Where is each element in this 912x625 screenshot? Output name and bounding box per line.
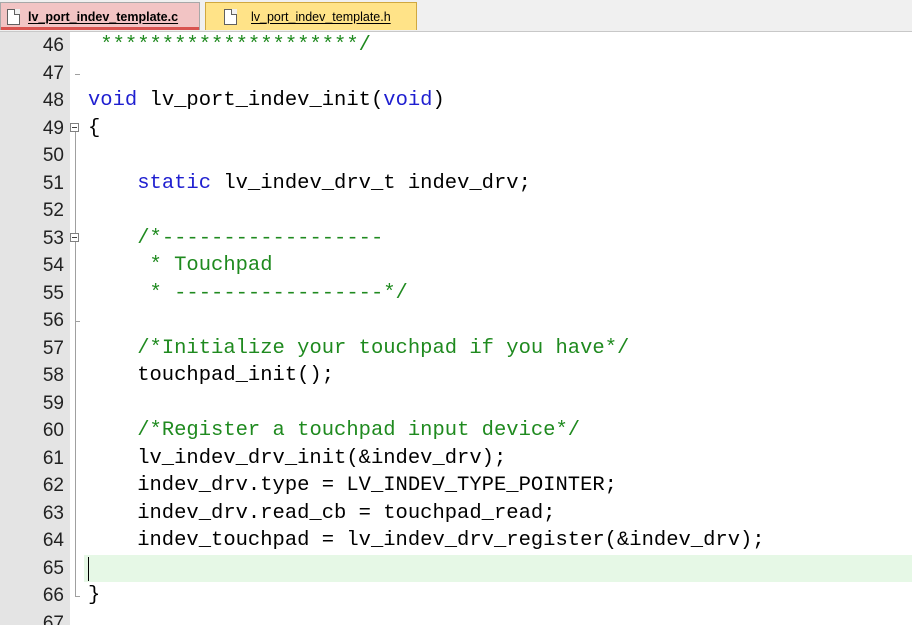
code-line[interactable]: 67 xyxy=(0,610,912,625)
line-number: 53 xyxy=(42,227,64,249)
code-line[interactable]: 65 xyxy=(0,554,912,583)
code-text: { xyxy=(88,115,100,143)
fold-collapse-icon[interactable] xyxy=(70,232,79,242)
code-line[interactable]: 46 *********************/ xyxy=(0,32,912,60)
code-line[interactable]: 59 xyxy=(0,390,912,418)
code-text: /*Register a touchpad input device*/ xyxy=(88,417,580,445)
line-number: 51 xyxy=(42,172,64,194)
comment-token: /*Initialize your touchpad if you have*/ xyxy=(137,336,630,360)
code-line[interactable]: 62 indev_drv.type = LV_INDEV_TYPE_POINTE… xyxy=(0,472,912,500)
code-line[interactable]: 58 touchpad_init(); xyxy=(0,362,912,390)
code-text: } xyxy=(88,582,100,610)
tab-lv-port-indev-template-h[interactable]: lv_port_indev_template.h xyxy=(205,2,417,30)
keyword-token: void xyxy=(383,89,433,112)
code-text: /*------------------ xyxy=(88,225,383,253)
line-number: 65 xyxy=(42,557,64,579)
line-number: 57 xyxy=(42,337,64,359)
comment-token: * Touchpad xyxy=(88,254,273,277)
code-token: touchpad_init(); xyxy=(88,364,335,387)
line-number: 48 xyxy=(42,90,64,111)
code-text: indev_drv.read_cb = touchpad_read; xyxy=(88,500,555,528)
code-line[interactable]: 64 indev_touchpad = lv_indev_drv_registe… xyxy=(0,527,912,555)
code-line[interactable]: 49 { xyxy=(0,115,912,143)
line-number: 60 xyxy=(42,420,64,441)
code-text: * Touchpad xyxy=(88,252,273,280)
code-text: lv_indev_drv_init(&indev_drv); xyxy=(88,445,506,473)
text-caret xyxy=(88,556,89,581)
code-text: void lv_port_indev_init(void) xyxy=(88,87,445,115)
line-number: 52 xyxy=(42,200,64,221)
code-token: } xyxy=(88,584,101,607)
line-number: 59 xyxy=(42,392,64,414)
tab-label: lv_port_indev_template.h xyxy=(251,9,391,24)
comment-token: * -----------------*/ xyxy=(88,281,408,305)
code-line[interactable]: 53 /*------------------ xyxy=(0,225,912,253)
code-line[interactable]: 57 /*Initialize your touchpad if you hav… xyxy=(0,335,912,363)
code-token: lv_indev_drv_t indev_drv; xyxy=(211,171,531,195)
code-line[interactable]: 60 /*Register a touchpad input device*/ xyxy=(0,417,912,445)
line-number: 67 xyxy=(42,612,64,625)
fold-end-marker xyxy=(75,307,80,322)
code-line[interactable]: 63 indev_drv.read_cb = touchpad_read; xyxy=(0,500,912,528)
code-line[interactable]: 48 void lv_port_indev_init(void) xyxy=(0,87,912,115)
line-number: 64 xyxy=(42,530,64,551)
code-text: /*Initialize your touchpad if you have*/ xyxy=(88,335,629,363)
line-number: 55 xyxy=(42,282,64,304)
line-number: 56 xyxy=(42,310,64,331)
code-text: * -----------------*/ xyxy=(88,280,408,308)
code-text: indev_drv.type = LV_INDEV_TYPE_POINTER; xyxy=(88,472,617,500)
comment-token: /*------------------ xyxy=(137,226,384,250)
code-token: lv_port_indev_init( xyxy=(137,89,384,112)
line-number: 50 xyxy=(42,145,64,166)
file-icon xyxy=(7,8,20,25)
fold-collapse-icon[interactable] xyxy=(70,122,79,132)
keyword-token: static xyxy=(137,171,212,195)
code-line[interactable]: 55 * -----------------*/ xyxy=(0,280,912,308)
line-number: 49 xyxy=(42,117,64,139)
code-token: lv_indev_drv_init(&indev_drv); xyxy=(88,446,507,470)
code-line[interactable]: 61 lv_indev_drv_init(&indev_drv); xyxy=(0,445,912,473)
code-text: *********************/ xyxy=(88,32,371,60)
tab-lv-port-indev-template-c[interactable]: lv_port_indev_template.c xyxy=(0,2,200,30)
fold-end-marker xyxy=(75,582,80,597)
code-line[interactable]: 52 xyxy=(0,197,912,225)
code-line[interactable]: 54 * Touchpad xyxy=(0,252,912,280)
comment-token: /*Register a touchpad input device*/ xyxy=(137,419,581,442)
code-text: indev_touchpad = lv_indev_drv_register(&… xyxy=(88,527,765,555)
file-icon xyxy=(224,8,237,25)
line-number: 61 xyxy=(42,447,64,469)
line-number: 66 xyxy=(42,585,64,606)
line-number: 54 xyxy=(42,255,64,276)
line-number: 58 xyxy=(42,365,64,386)
code-token: indev_drv.read_cb = touchpad_read; xyxy=(88,501,556,525)
code-token: ) xyxy=(432,89,445,112)
code-text: static lv_indev_drv_t indev_drv; xyxy=(88,170,531,198)
line-number: 46 xyxy=(42,35,64,56)
code-line[interactable]: 56 xyxy=(0,307,912,335)
code-text: touchpad_init(); xyxy=(88,362,334,390)
code-token: indev_drv.type = LV_INDEV_TYPE_POINTER; xyxy=(88,474,617,497)
code-line[interactable]: 47 xyxy=(0,60,912,88)
code-editor[interactable]: 46 *********************/47 48 void lv_por… xyxy=(0,32,912,625)
tab-bar: lv_port_indev_template.c lv_port_indev_t… xyxy=(0,0,912,32)
line-number: 47 xyxy=(42,62,64,84)
code-token: indev_touchpad = lv_indev_drv_register(&… xyxy=(88,529,765,552)
code-line[interactable]: 66} xyxy=(0,582,912,610)
code-line[interactable]: 51 static lv_indev_drv_t indev_drv; xyxy=(0,170,912,198)
code-token: { xyxy=(88,116,101,140)
comment-token: *********************/ xyxy=(88,34,371,57)
line-number: 63 xyxy=(42,502,64,524)
tab-label: lv_port_indev_template.c xyxy=(28,9,179,24)
fold-end-marker xyxy=(75,60,80,75)
keyword-token: void xyxy=(88,89,138,112)
code-line[interactable]: 50 xyxy=(0,142,912,170)
line-number: 62 xyxy=(42,475,64,496)
